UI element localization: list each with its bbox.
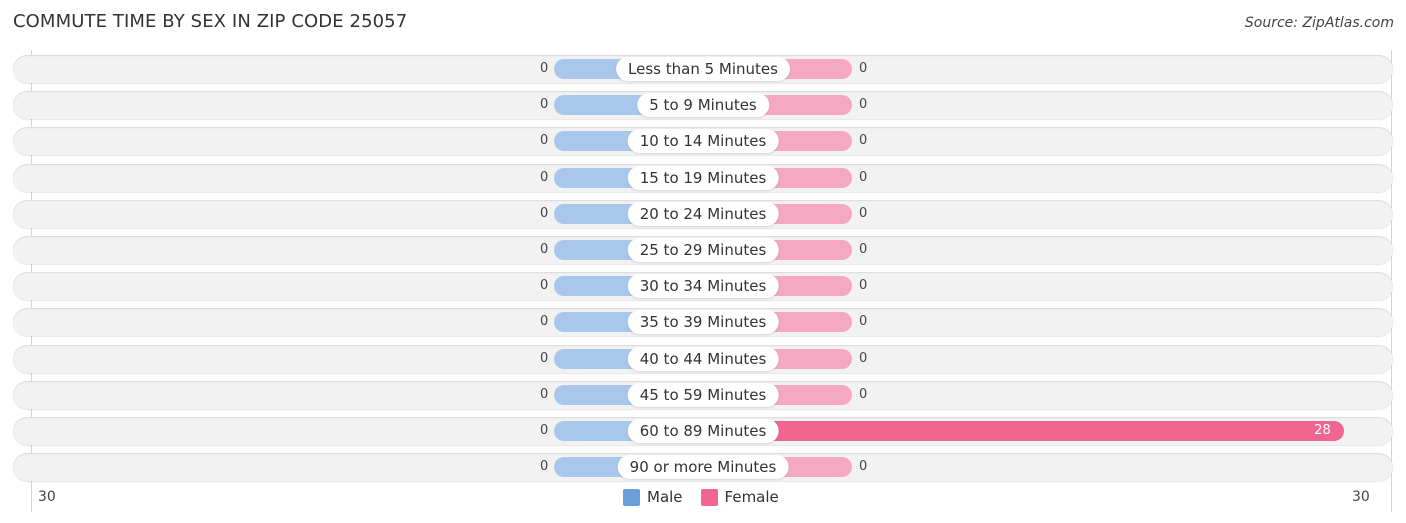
value-label-female: 0 <box>859 387 868 402</box>
category-label: 20 to 24 Minutes <box>627 202 779 226</box>
category-label: 40 to 44 Minutes <box>627 347 779 371</box>
legend-label-male: Male <box>647 488 683 506</box>
value-label-male: 0 <box>540 97 549 112</box>
chart-title: COMMUTE TIME BY SEX IN ZIP CODE 25057 <box>13 11 408 32</box>
category-label: 10 to 14 Minutes <box>627 129 779 153</box>
value-label-male: 0 <box>540 206 549 221</box>
value-label-female: 0 <box>859 351 868 366</box>
value-label-male: 0 <box>540 387 549 402</box>
legend: Male Female <box>623 488 797 506</box>
value-label-female: 0 <box>859 459 868 474</box>
value-label-female: 0 <box>859 278 868 293</box>
value-label-female: 0 <box>859 206 868 221</box>
legend-item-female: Female <box>700 488 779 506</box>
value-label-female: 0 <box>859 97 868 112</box>
category-label: 60 to 89 Minutes <box>627 419 779 443</box>
category-label: 5 to 9 Minutes <box>637 93 769 117</box>
value-label-male: 0 <box>540 459 549 474</box>
legend-swatch-female <box>700 488 718 506</box>
value-label-female: 0 <box>859 314 868 329</box>
category-label: 90 or more Minutes <box>617 455 789 479</box>
source-credit: Source: ZipAtlas.com <box>1244 15 1394 31</box>
value-label-male: 0 <box>540 242 549 257</box>
value-label-male: 0 <box>540 314 549 329</box>
axis-tick-left: 30 <box>38 489 56 505</box>
category-label: Less than 5 Minutes <box>616 57 790 81</box>
category-label: 25 to 29 Minutes <box>627 238 779 262</box>
bar-female <box>703 421 1345 441</box>
value-label-female: 28 <box>1314 423 1331 438</box>
value-label-male: 0 <box>540 423 549 438</box>
axis-tick-right: 30 <box>1352 489 1370 505</box>
category-label: 45 to 59 Minutes <box>627 383 779 407</box>
value-label-female: 0 <box>859 133 868 148</box>
legend-item-male: Male <box>623 488 683 506</box>
value-label-male: 0 <box>540 61 549 76</box>
value-label-female: 0 <box>859 61 868 76</box>
value-label-male: 0 <box>540 170 549 185</box>
category-label: 35 to 39 Minutes <box>627 310 779 334</box>
value-label-female: 0 <box>859 242 868 257</box>
value-label-male: 0 <box>540 278 549 293</box>
category-label: 30 to 34 Minutes <box>627 274 779 298</box>
category-label: 15 to 19 Minutes <box>627 166 779 190</box>
value-label-male: 0 <box>540 133 549 148</box>
legend-swatch-male <box>623 488 640 506</box>
value-label-female: 0 <box>859 170 868 185</box>
legend-label-female: Female <box>724 488 779 506</box>
value-label-male: 0 <box>540 351 549 366</box>
